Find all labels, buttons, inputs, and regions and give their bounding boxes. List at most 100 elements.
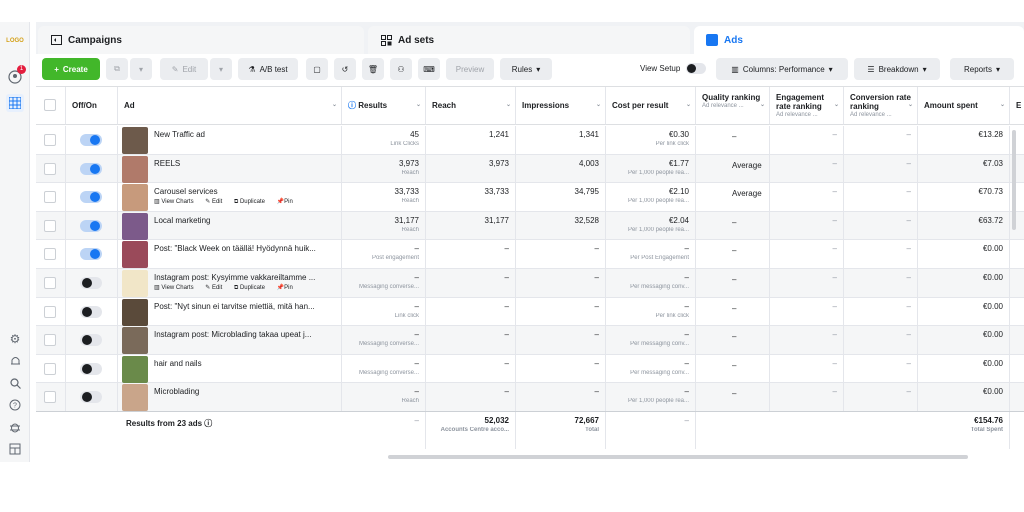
ad-name[interactable]: Carousel services (154, 187, 330, 196)
edit-link[interactable]: ✎ Edit (205, 285, 227, 291)
rules-button[interactable]: Rules ▾ (500, 58, 552, 80)
panel-icon[interactable] (6, 440, 24, 458)
edit-link[interactable]: ✎ Edit (205, 199, 227, 205)
duplicate-link[interactable]: ⧉ Duplicate (234, 199, 270, 205)
edit-button[interactable]: ✎ Edit (160, 58, 208, 80)
delivery-toggle[interactable] (80, 334, 102, 347)
header-select-all[interactable] (36, 87, 66, 125)
ad-name[interactable]: Local marketing (154, 216, 330, 225)
header-more[interactable]: E (1010, 87, 1024, 125)
clipboard-button[interactable]: ▢ (306, 58, 328, 80)
duplicate-button[interactable]: ⧉ (106, 58, 128, 80)
breakdown-button[interactable]: ☰ Breakdown ▾ (854, 58, 940, 80)
table-row[interactable]: New Traffic ad 45 Link Clicks 1,241 1,341… (36, 126, 1024, 155)
clipboard-icon: ▢ (313, 64, 321, 74)
tab-ad-sets[interactable]: Ad sets (368, 26, 690, 54)
ad-name[interactable]: Post: "Nyt sinun ei tarvitse miettiä, mi… (154, 302, 330, 311)
vertical-scrollbar[interactable] (1012, 130, 1016, 230)
create-button[interactable]: + Create (42, 58, 100, 80)
row-checkbox[interactable] (44, 362, 56, 375)
pin-link[interactable]: 📌Pin (277, 199, 298, 205)
table-row[interactable]: Post: "Black Week on täällä! Hyödynnä hu… (36, 240, 1024, 269)
delivery-toggle[interactable] (80, 248, 102, 261)
ad-thumbnail (122, 184, 148, 212)
pin-link[interactable]: 📌Pin (277, 285, 298, 291)
view-charts-link[interactable]: ▥ View Charts (154, 285, 199, 291)
undo-button[interactable]: ↺ (334, 58, 356, 80)
horizontal-scrollbar[interactable] (388, 455, 968, 459)
ad-name[interactable]: Instagram post: Microblading takaa upeat… (154, 330, 330, 339)
table-row[interactable]: Post: "Nyt sinun ei tarvitse miettiä, mi… (36, 297, 1024, 327)
cost-per-result-cell: – Per messaging conv... (606, 269, 696, 297)
impressions-cell: – (516, 383, 606, 411)
table-row[interactable]: Microblading – Reach – – – Per 1,000 peopl… (36, 383, 1024, 412)
delivery-toggle[interactable] (80, 277, 102, 289)
row-checkbox[interactable] (44, 391, 56, 404)
help-icon[interactable]: ? (6, 396, 24, 414)
bell-icon[interactable] (6, 352, 24, 370)
header-amount-spent[interactable]: Amount spent ⌄ (918, 87, 1010, 125)
duplicate-link[interactable]: ⧉ Duplicate (234, 285, 270, 291)
row-checkbox[interactable] (44, 248, 56, 261)
reports-button[interactable]: Reports ▾ (950, 58, 1014, 80)
header-engagement-ranking[interactable]: Engagement rate ranking Ad relevance ... ⌄ (770, 87, 844, 125)
tab-campaigns[interactable]: Campaigns (38, 26, 364, 54)
ad-name[interactable]: Post: "Black Week on täällä! Hyödynnä hu… (154, 244, 330, 253)
delivery-toggle[interactable] (80, 134, 102, 146)
row-checkbox[interactable] (44, 334, 56, 347)
header-results[interactable]: ⓘ Results ⌄ (342, 87, 426, 125)
ad-name[interactable]: hair and nails (154, 359, 330, 368)
left-rail: LOGO 1 ⚙ ? (0, 22, 30, 462)
view-charts-link[interactable]: ▥ View Charts (154, 199, 199, 205)
table-row[interactable]: hair and nails – Messaging converse... – … (36, 354, 1024, 384)
table-row[interactable]: Instagram post: Microblading takaa upeat… (36, 326, 1024, 355)
row-checkbox[interactable] (44, 191, 56, 204)
header-conversion-ranking[interactable]: Conversion rate ranking Ad relevance ... ⌄ (844, 87, 918, 125)
delivery-toggle[interactable] (80, 362, 102, 375)
ad-name[interactable]: REELS (154, 159, 330, 168)
header-quality-ranking[interactable]: Quality ranking Ad relevance ... ⌄ (696, 87, 770, 125)
ad-name[interactable]: Instagram post: Kysyimme vakkareiltamme … (154, 273, 330, 282)
columns-button[interactable]: ▥ Columns: Performance ▾ (716, 58, 848, 80)
comment-button[interactable]: ⌨ (418, 58, 440, 80)
grid-icon[interactable] (6, 94, 24, 112)
quality-ranking-cell: – (696, 126, 770, 154)
account-icon[interactable]: 1 (6, 65, 26, 86)
table-row[interactable]: REELS 3,973 Reach 3,973 4,003 €1.77 Per 1,… (36, 154, 1024, 184)
row-checkbox[interactable] (44, 162, 56, 175)
search-icon[interactable] (6, 374, 24, 392)
view-setup-toggle[interactable] (686, 63, 706, 74)
row-checkbox[interactable] (44, 134, 56, 146)
delivery-toggle[interactable] (80, 162, 102, 175)
delivery-toggle[interactable] (80, 191, 102, 204)
edit-dropdown-button[interactable]: ▾ (210, 58, 232, 80)
audience-button[interactable]: ⚇ (390, 58, 412, 80)
settings-icon[interactable]: ⚙ (6, 330, 24, 348)
header-reach[interactable]: Reach ⌄ (426, 87, 516, 125)
delivery-toggle[interactable] (80, 219, 102, 232)
preview-button[interactable]: Preview (446, 58, 494, 80)
row-toggle-cell (66, 154, 118, 183)
bug-icon[interactable] (6, 418, 24, 436)
ab-test-button[interactable]: ⚗ A/B test (238, 58, 298, 80)
row-toggle-cell (66, 269, 118, 297)
ad-name[interactable]: New Traffic ad (154, 130, 330, 139)
delete-button[interactable]: 🗑 (362, 58, 384, 80)
header-ad[interactable]: Ad ⌄ (118, 87, 342, 125)
table-row[interactable]: Instagram post: Kysyimme vakkareiltamme … (36, 269, 1024, 298)
svg-text:?: ? (13, 403, 17, 410)
row-toggle-cell (66, 326, 118, 354)
delivery-toggle[interactable] (80, 305, 102, 318)
table-row[interactable]: Carousel services ▥ View Charts ✎ Edit ⧉… (36, 183, 1024, 212)
header-cost-per-result[interactable]: Cost per result ⌄ (606, 87, 696, 125)
duplicate-dropdown-button[interactable]: ▾ (130, 58, 152, 80)
row-checkbox[interactable] (44, 305, 56, 318)
results-cell: – Messaging converse... (342, 354, 426, 383)
table-row[interactable]: Local marketing 31,177 Reach 31,177 32,52… (36, 211, 1024, 241)
row-checkbox[interactable] (44, 219, 56, 232)
row-checkbox[interactable] (44, 277, 56, 289)
delivery-toggle[interactable] (80, 391, 102, 404)
header-impressions[interactable]: Impressions ⌄ (516, 87, 606, 125)
ad-name[interactable]: Microblading (154, 387, 330, 396)
tab-ads[interactable]: Ads (694, 26, 1024, 54)
